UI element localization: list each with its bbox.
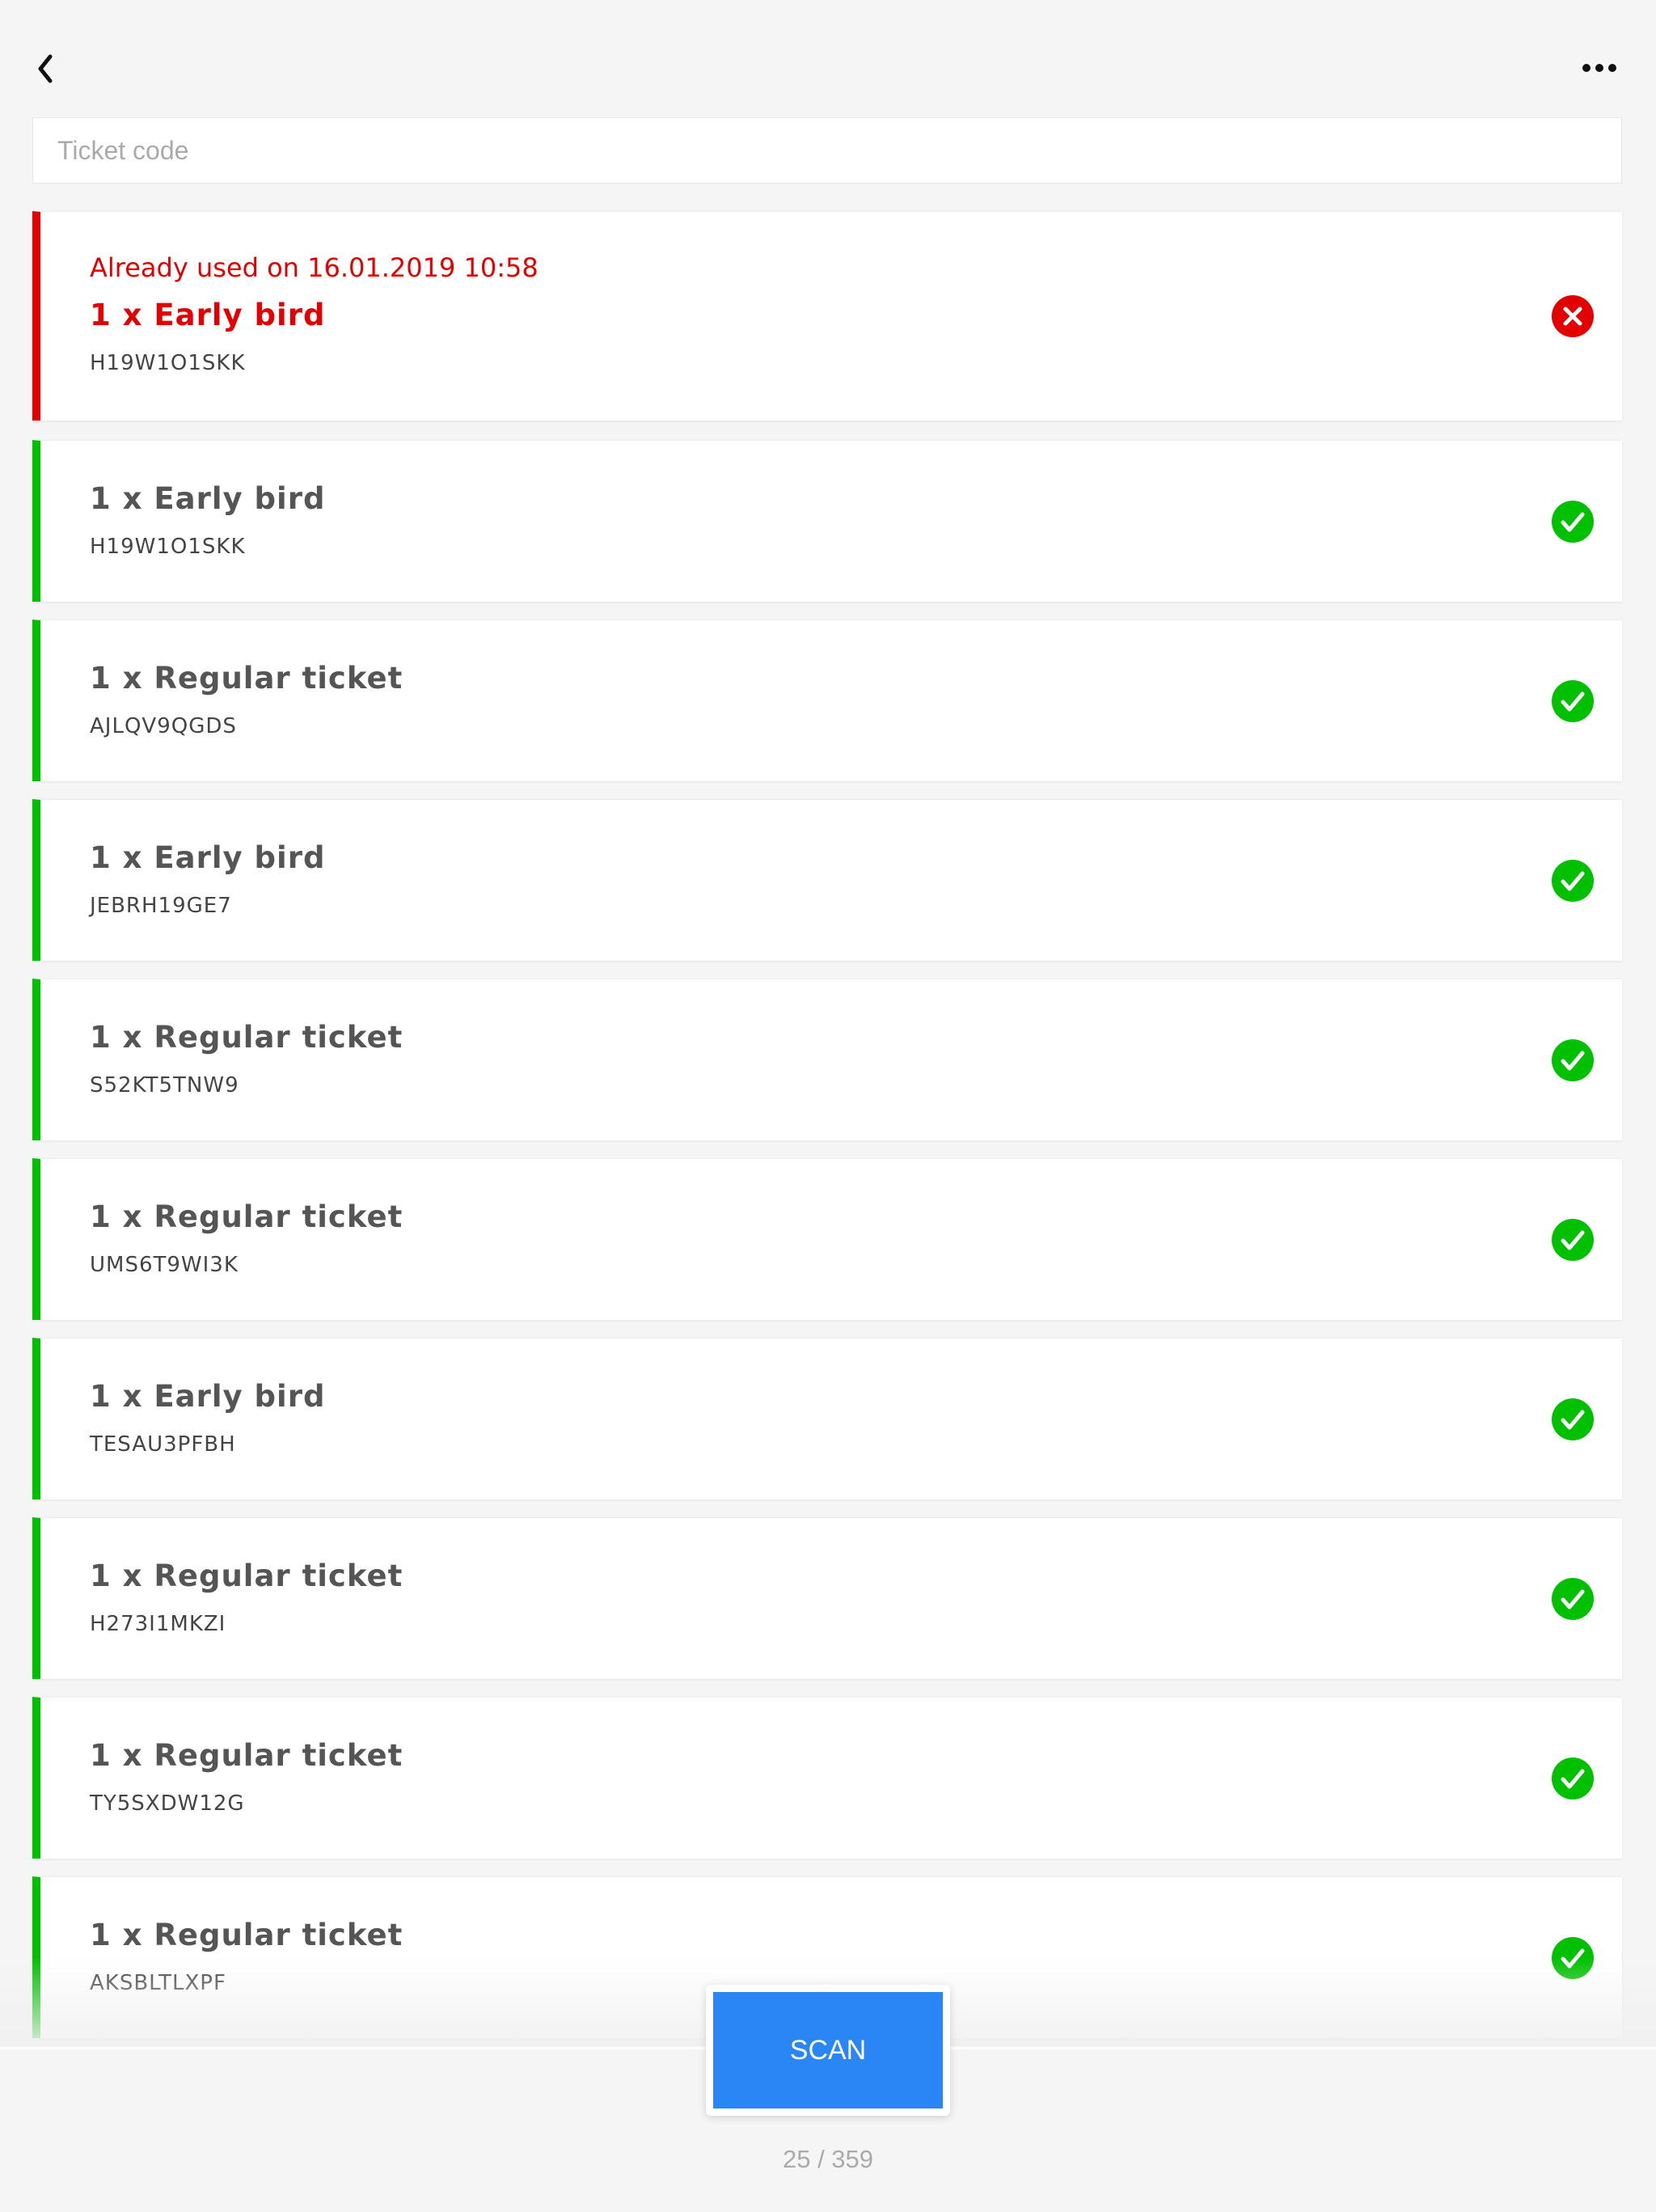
ticket-code: TESAU3PFBH xyxy=(90,1432,236,1457)
ticket-card[interactable]: 1 x Early bird H19W1O1SKK xyxy=(32,440,1622,602)
ellipsis-icon xyxy=(1582,64,1616,72)
ticket-notice: Already used on 16.01.2019 10:58 xyxy=(90,252,539,283)
scan-button-frame: SCAN xyxy=(706,1985,950,2116)
ticket-code: AKSBLTLXPF xyxy=(90,1971,226,1995)
check-circle-icon xyxy=(1552,859,1594,902)
ticket-card[interactable]: 1 x Regular ticket H273I1MKZI xyxy=(32,1517,1622,1679)
check-circle-icon xyxy=(1552,500,1594,543)
scan-counter: 25 / 359 xyxy=(782,2145,874,2173)
error-icon xyxy=(1552,295,1594,337)
ticket-code: AJLQV9QGDS xyxy=(90,714,237,738)
ticket-card[interactable]: 1 x Regular ticket UMS6T9WI3K xyxy=(32,1158,1622,1320)
check-circle-icon xyxy=(1552,1218,1594,1261)
ticket-code: H273I1MKZI xyxy=(90,1612,226,1636)
ticket-title: 1 x Regular ticket xyxy=(90,1918,403,1952)
ticket-code: H19W1O1SKK xyxy=(90,351,246,375)
ticket-card[interactable]: Already used on 16.01.2019 10:58 1 x Earl… xyxy=(32,211,1622,421)
check-circle-icon xyxy=(1552,1757,1594,1800)
ticket-code: JEBRH19GE7 xyxy=(90,894,232,918)
ticket-card[interactable]: 1 x Regular ticket S52KT5TNW9 xyxy=(32,979,1622,1140)
ticket-code: H19W1O1SKK xyxy=(90,535,246,559)
ticket-code: TY5SXDW12G xyxy=(90,1791,245,1816)
ticket-code: UMS6T9WI3K xyxy=(90,1253,239,1277)
ticket-card[interactable]: 1 x Regular ticket TY5SXDW12G xyxy=(32,1697,1622,1859)
ticket-title: 1 x Early bird xyxy=(90,481,326,516)
chevron-left-icon xyxy=(38,54,53,83)
check-circle-icon xyxy=(1552,1398,1594,1440)
check-circle-icon xyxy=(1552,679,1594,722)
ticket-card[interactable]: 1 x Early bird TESAU3PFBH xyxy=(32,1338,1622,1499)
ticket-card[interactable]: 1 x Early bird JEBRH19GE7 xyxy=(32,799,1622,961)
check-circle-icon xyxy=(1552,1936,1594,1979)
check-circle-icon xyxy=(1552,1038,1594,1081)
more-options-button[interactable] xyxy=(1577,52,1625,84)
back-button[interactable] xyxy=(32,49,65,89)
ticket-title: 1 x Regular ticket xyxy=(90,1738,403,1773)
ticket-title: 1 x Early bird xyxy=(90,1379,326,1414)
ticket-card[interactable]: 1 x Regular ticket AJLQV9QGDS xyxy=(32,620,1622,781)
ticket-code: S52KT5TNW9 xyxy=(90,1073,239,1098)
ticket-title: 1 x Regular ticket xyxy=(90,1020,403,1055)
ticket-title: 1 x Early bird xyxy=(90,298,326,332)
ticket-code-input[interactable] xyxy=(32,117,1622,184)
ticket-title: 1 x Early bird xyxy=(90,840,326,875)
check-circle-icon xyxy=(1552,1577,1594,1620)
ticket-title: 1 x Regular ticket xyxy=(90,1559,403,1593)
scan-button[interactable]: SCAN xyxy=(713,1992,943,2108)
ticket-title: 1 x Regular ticket xyxy=(90,1199,403,1234)
ticket-title: 1 x Regular ticket xyxy=(90,661,403,696)
